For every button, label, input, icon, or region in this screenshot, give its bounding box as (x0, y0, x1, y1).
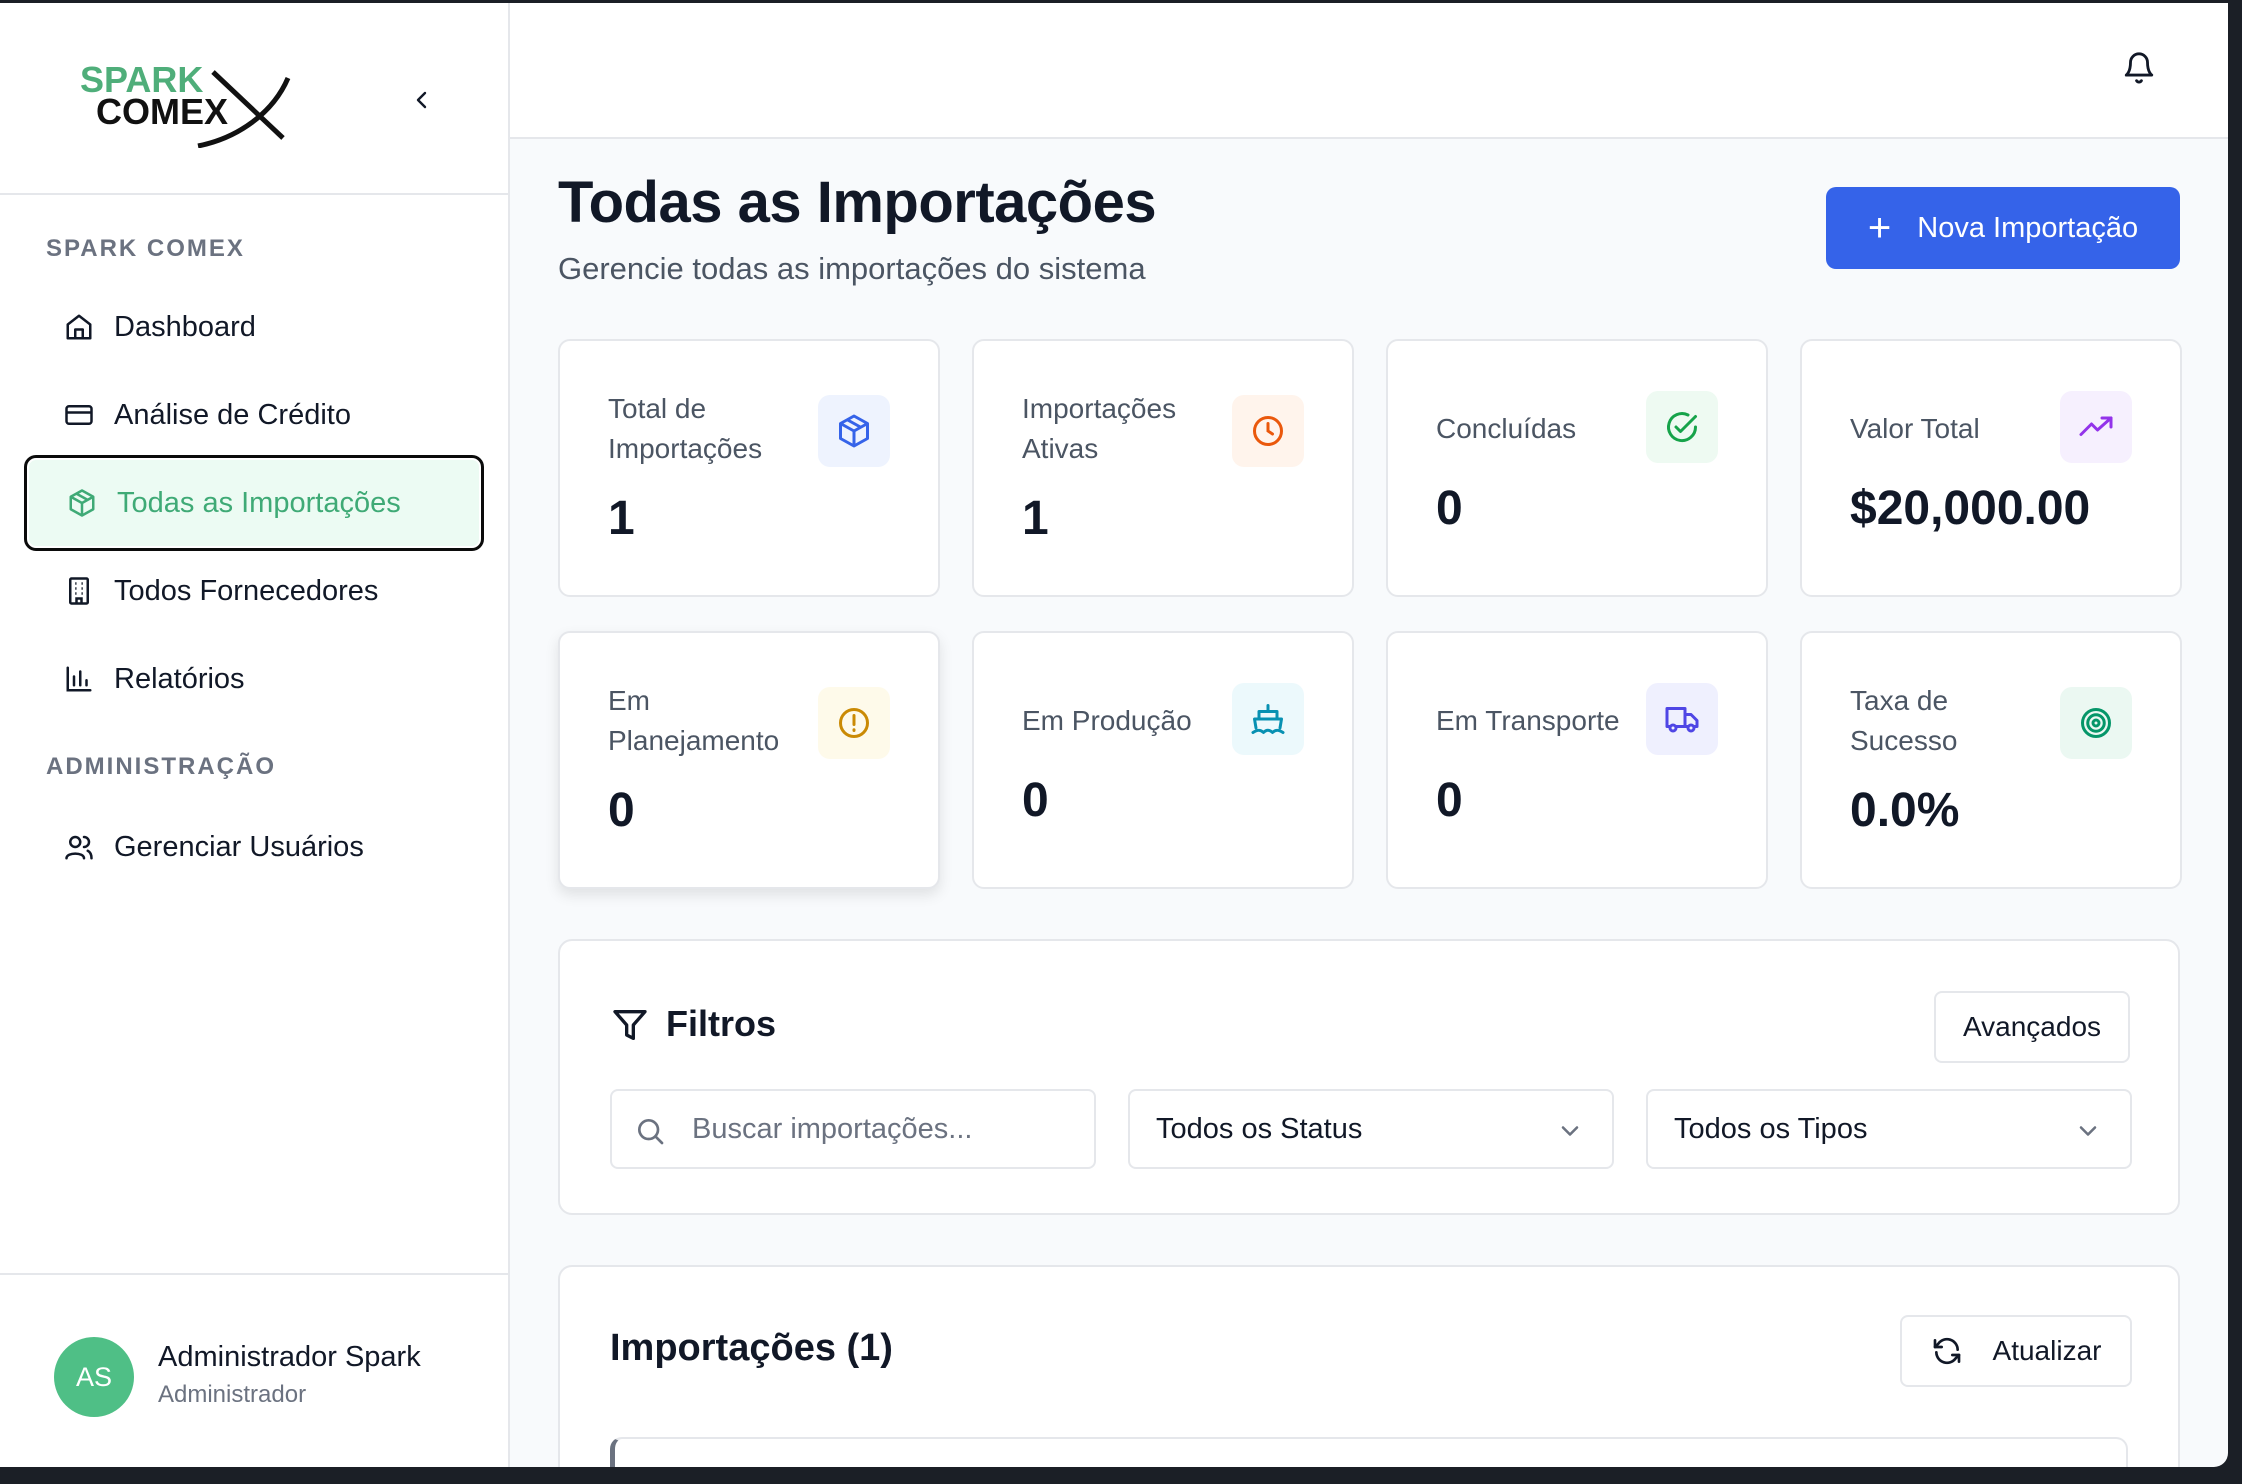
sidebar-section-label-admin: ADMINISTRAÇÃO (46, 753, 276, 780)
type-select[interactable]: Todos os Tipos (1646, 1089, 2132, 1169)
page-title: Todas as Importações (558, 170, 1157, 235)
package-icon (818, 395, 890, 467)
filters-panel: Filtros Avançados Buscar importações... … (558, 939, 2180, 1215)
sidebar-item-label: Todas as Importações (117, 486, 401, 519)
users-icon (62, 830, 96, 864)
stat-value: 1 (1022, 492, 1049, 545)
stat-value: 0 (1022, 774, 1049, 827)
refresh-button-label: Atualizar (1992, 1335, 2102, 1366)
sidebar-item-label: Dashboard (114, 310, 256, 343)
logo-text-bottom: COMEX (96, 91, 228, 132)
avatar: AS (54, 1337, 134, 1417)
status-select-value: Todos os Status (1156, 1112, 1363, 1145)
stat-value: 0 (1436, 774, 1463, 827)
collapse-sidebar-button[interactable] (400, 78, 444, 122)
ship-icon (1232, 683, 1304, 755)
topbar (510, 3, 2228, 139)
stat-card-completed: Concluídas 0 (1386, 339, 1768, 597)
stat-label: Taxa de Sucesso (1850, 685, 1958, 756)
chevron-down-icon (2079, 1126, 2097, 1136)
search-input[interactable]: Buscar importações... (610, 1089, 1096, 1169)
chevron-left-icon (416, 91, 427, 109)
search-placeholder: Buscar importações... (692, 1112, 973, 1145)
stat-card-transport: Em Transporte 0 (1386, 631, 1768, 889)
sidebar: SPARK COMEX SPARK COMEX Dashboard Anális… (0, 3, 510, 1467)
sidebar-section-label: SPARK COMEX (46, 235, 245, 262)
stat-value: 0.0% (1850, 784, 1960, 837)
app-window: SPARK COMEX SPARK COMEX Dashboard Anális… (0, 3, 2228, 1467)
type-select-value: Todos os Tipos (1674, 1112, 1868, 1145)
stat-card-active-imports: Importações Ativas 1 (972, 339, 1354, 597)
stat-label: Em Transporte (1436, 705, 1620, 736)
trending-up-icon (2060, 391, 2132, 463)
stat-card-total-imports: Total de Importações 1 (558, 339, 940, 597)
alert-circle-icon (818, 687, 890, 759)
imports-title: Importações (1) (610, 1327, 893, 1369)
sidebar-item-label: Gerenciar Usuários (114, 830, 364, 863)
user-name: Administrador Spark (158, 1341, 421, 1373)
spark-comex-logo[interactable]: SPARK COMEX (78, 58, 298, 149)
stat-card-total-value: Valor Total $20,000.00 (1800, 339, 2182, 597)
refresh-button[interactable]: Atualizar (1900, 1315, 2132, 1387)
home-icon (62, 310, 96, 344)
stat-value: 0 (608, 784, 635, 837)
stat-value: 0 (1436, 482, 1463, 535)
stat-card-planning: Em Planejamento 0 (558, 631, 940, 889)
stat-value: $20,000.00 (1850, 482, 2091, 535)
sidebar-item-credit-analysis[interactable]: Análise de Crédito (24, 371, 484, 459)
stat-label: Concluídas (1436, 413, 1577, 444)
advanced-filters-button[interactable]: Avançados (1934, 991, 2130, 1063)
building-icon (62, 574, 96, 608)
package-icon (65, 486, 99, 520)
refresh-icon (1933, 1337, 1960, 1365)
filter-icon (610, 1005, 650, 1045)
new-import-button[interactable]: + Nova Importação (1826, 187, 2180, 269)
status-select[interactable]: Todos os Status (1128, 1089, 1614, 1169)
user-profile[interactable]: AS Administrador Spark Administrador (0, 1273, 510, 1467)
new-import-button-label: Nova Importação (1917, 211, 2139, 244)
imports-panel: Importações (1) Atualizar (558, 1265, 2180, 1467)
sidebar-item-all-imports[interactable]: Todas as Importações (24, 455, 484, 551)
sidebar-header: SPARK COMEX (0, 3, 510, 195)
truck-icon (1646, 683, 1718, 755)
page-subtitle: Gerencie todas as importações do sistema (558, 251, 1146, 286)
credit-card-icon (62, 398, 96, 432)
stat-label: Valor Total (1850, 413, 1980, 444)
imports-table (610, 1437, 2128, 1467)
plus-icon: + (1867, 206, 1892, 250)
clock-icon (1232, 395, 1304, 467)
target-icon (2060, 687, 2132, 759)
stat-card-success-rate: Taxa de Sucesso 0.0% (1800, 631, 2182, 889)
sidebar-item-manage-users[interactable]: Gerenciar Usuários (24, 803, 484, 891)
filters-title: Filtros (666, 1003, 777, 1044)
sidebar-item-dashboard[interactable]: Dashboard (24, 283, 484, 371)
stat-value: 1 (608, 492, 635, 545)
check-circle-icon (1646, 391, 1718, 463)
stat-label: Importações Ativas (1022, 393, 1177, 464)
search-icon (638, 1119, 664, 1145)
notifications-button[interactable] (2122, 51, 2162, 91)
sidebar-item-label: Relatórios (114, 662, 245, 695)
sidebar-item-label: Análise de Crédito (114, 398, 351, 431)
chevron-down-icon (1561, 1126, 1579, 1136)
sidebar-item-reports[interactable]: Relatórios (24, 635, 484, 723)
stat-label: Em Produção (1022, 705, 1192, 736)
sidebar-item-suppliers[interactable]: Todos Fornecedores (24, 547, 484, 635)
user-role: Administrador (158, 1381, 307, 1408)
stat-card-production: Em Produção 0 (972, 631, 1354, 889)
bell-icon (2124, 52, 2154, 84)
stat-label: Total de Importações (608, 393, 763, 464)
stat-label: Em Planejamento (608, 685, 780, 756)
sidebar-item-label: Todos Fornecedores (114, 574, 379, 607)
bar-chart-icon (62, 662, 96, 696)
